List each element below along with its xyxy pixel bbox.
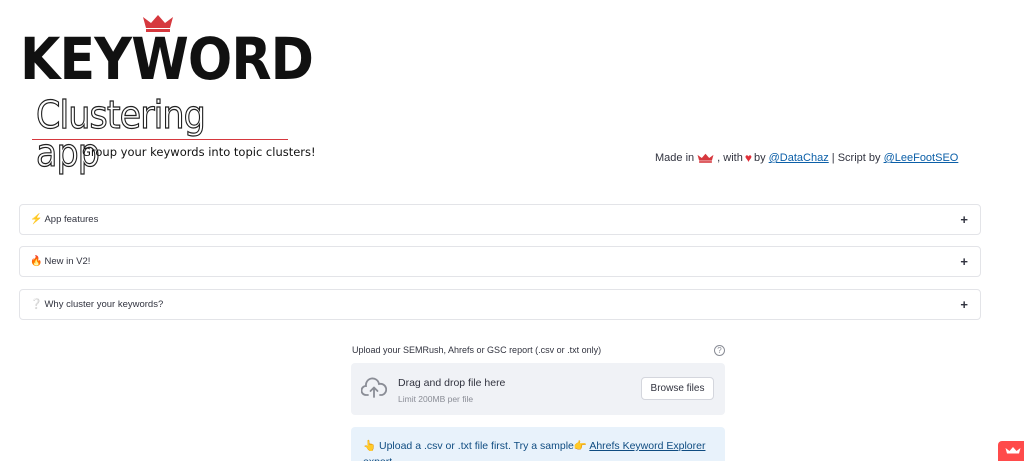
- pointing-up-icon: 👆: [363, 440, 377, 452]
- dropzone-title: Drag and drop file here: [398, 377, 506, 389]
- expander-why-cluster[interactable]: ❔ Why cluster your keywords? +: [19, 289, 981, 320]
- ahrefs-sample-link[interactable]: Ahrefs Keyword Explorer: [589, 440, 705, 452]
- expand-plus-icon[interactable]: +: [960, 297, 968, 312]
- lightning-icon: ⚡: [30, 214, 43, 225]
- help-icon[interactable]: ?: [714, 345, 725, 356]
- credit-made-in: Made in: [655, 152, 695, 164]
- logo-divider: [32, 139, 288, 140]
- expand-plus-icon[interactable]: +: [960, 254, 968, 269]
- credit-with: , with: [717, 152, 743, 164]
- pointing-right-icon: 👉: [573, 440, 587, 452]
- leefootseo-link[interactable]: @LeeFootSEO: [884, 152, 959, 164]
- question-icon: ❔: [30, 299, 43, 310]
- logo-subtitle: Clustering app: [35, 93, 206, 175]
- expander-app-features[interactable]: ⚡ App features +: [19, 204, 981, 235]
- info-alert: 👆 Upload a .csv or .txt file first. Try …: [351, 427, 725, 461]
- crown-icon: [1005, 447, 1021, 454]
- credit-line: Made in , with ♥ by @DataChaz | Script b…: [655, 151, 958, 165]
- expander-new-in-v2[interactable]: 🔥 New in V2! +: [19, 246, 981, 277]
- expander-label: App features: [44, 214, 99, 225]
- uploader-label: Upload your SEMRush, Ahrefs or GSC repor…: [352, 345, 602, 355]
- dropzone-limit: Limit 200MB per file: [398, 394, 474, 404]
- logo-tagline: Group your keywords into topic clusters!: [82, 145, 316, 159]
- expander-label: Why cluster your keywords?: [44, 299, 164, 310]
- cloud-upload-icon: [361, 377, 387, 398]
- ahrefs-sample-link-cont[interactable]: export: [363, 456, 392, 461]
- info-text: Upload a .csv or .txt file first. Try a …: [379, 440, 574, 452]
- heart-icon: ♥: [744, 151, 752, 165]
- file-dropzone[interactable]: Drag and drop file here Limit 200MB per …: [351, 363, 725, 415]
- streamlit-badge[interactable]: [998, 441, 1024, 461]
- app-logo: KEYWORD Clustering app Group your keywor…: [18, 12, 316, 173]
- fire-icon: 🔥: [30, 256, 43, 267]
- credit-separator: | Script by: [831, 152, 881, 164]
- datachaz-link[interactable]: @DataChaz: [769, 152, 829, 164]
- expander-label: New in V2!: [44, 256, 91, 267]
- logo-title: KEYWORD: [20, 25, 314, 93]
- credit-by: by: [753, 152, 766, 164]
- browse-files-button[interactable]: Browse files: [641, 377, 714, 400]
- expand-plus-icon[interactable]: +: [960, 212, 968, 227]
- crown-icon: [697, 153, 714, 163]
